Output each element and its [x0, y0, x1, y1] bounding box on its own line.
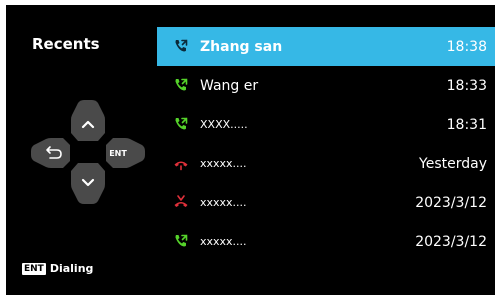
call-time: 2023/3/12 [415, 233, 487, 250]
contact-name: Wang er [200, 77, 259, 94]
call-time: 18:33 [446, 77, 487, 94]
call-time: 18:31 [446, 116, 487, 133]
dpad-back-button[interactable] [31, 138, 70, 168]
call-row[interactable]: Zhang san 18:38 [157, 27, 495, 66]
contact-name: xxxxx.... [200, 157, 247, 170]
device-screen: Recents ENT ENT Dialing Zhang san 18:38 … [6, 5, 495, 295]
rejected-call-icon [174, 195, 188, 207]
left-panel: Recents ENT ENT Dialing [6, 5, 156, 295]
call-row[interactable]: Wang er 18:33 [157, 66, 495, 105]
contact-name: XXXX..... [200, 118, 248, 131]
outgoing-call-icon [175, 78, 188, 91]
dpad-down-button[interactable] [71, 163, 105, 204]
dpad: ENT [6, 5, 156, 295]
contact-name: xxxxx.... [200, 235, 247, 248]
call-row[interactable]: XXXX..... 18:31 [157, 105, 495, 144]
outgoing-call-icon [175, 234, 188, 247]
contact-name: xxxxx.... [200, 196, 247, 209]
call-row[interactable]: xxxxx.... 2023/3/12 [157, 222, 495, 261]
outgoing-call-icon [175, 117, 188, 130]
call-time: 18:38 [446, 38, 487, 55]
call-time: Yesterday [419, 155, 487, 172]
contact-name: Zhang san [200, 38, 283, 55]
dpad-up-button[interactable] [71, 100, 105, 141]
call-row[interactable]: xxxxx.... Yesterday [157, 144, 495, 183]
dialing-label: Dialing [49, 262, 94, 275]
ent-key-badge: ENT [22, 262, 46, 275]
call-list: Zhang san 18:38 Wang er 18:33 XXXX..... … [157, 27, 495, 261]
outgoing-call-icon [175, 39, 188, 52]
call-time: 2023/3/12 [415, 194, 487, 211]
missed-call-icon [174, 161, 188, 171]
call-row[interactable]: xxxxx.... 2023/3/12 [157, 183, 495, 222]
dpad-ent-label: ENT [109, 149, 127, 158]
dialing-hint: ENT Dialing [22, 262, 93, 275]
